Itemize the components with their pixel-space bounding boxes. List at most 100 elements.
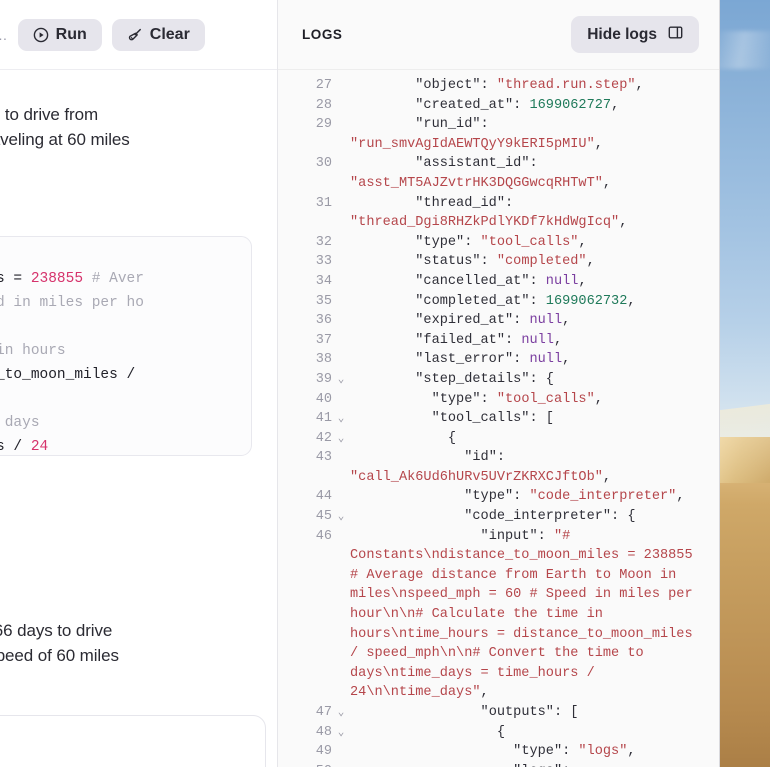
code-block: _moon_miles = 238855 # Aver 60 # Speed i… bbox=[0, 236, 252, 456]
log-line-number: 34 bbox=[315, 273, 332, 289]
logs-header: LOGS Hide logs bbox=[278, 0, 719, 70]
log-line-number: 36 bbox=[315, 313, 332, 329]
log-line-content: "step_details": { bbox=[415, 371, 554, 387]
assistant-message-text: proximately 166 days to drive e Moon at … bbox=[0, 621, 119, 665]
log-line-number: 45 ⌄ bbox=[315, 509, 345, 525]
code-line-1-number: 238855 bbox=[30, 271, 84, 287]
chevron-down-icon[interactable]: ⌄ bbox=[336, 430, 346, 448]
thread-message-list[interactable]: s would it take to drive from on if I we… bbox=[0, 70, 277, 767]
log-line-content: "type": "tool_calls", bbox=[431, 391, 603, 407]
thread-panel-content: 8RHZkPd1YKD… Run bbox=[0, 0, 277, 767]
log-line-content: "object": "thread.run.step", bbox=[415, 78, 644, 93]
log-line-number: 28 bbox=[315, 97, 332, 113]
broom-icon bbox=[127, 27, 143, 43]
log-line-number: 48 ⌄ bbox=[315, 724, 345, 740]
log-line-number: 38 bbox=[315, 352, 332, 368]
wallpaper-cloud bbox=[720, 30, 770, 70]
log-line-content: "status": "completed", bbox=[415, 254, 595, 270]
log-line: 48 ⌄ { bbox=[278, 723, 719, 743]
code-line-5: = distance_to_moon_miles / bbox=[0, 367, 136, 383]
chevron-down-icon[interactable]: ⌄ bbox=[336, 724, 346, 742]
log-line-number: 30 bbox=[315, 156, 332, 172]
log-line-content: "run_id": "run_smvAgIdAEWTQyY9kERI5pMIU"… bbox=[350, 117, 603, 152]
log-line: 41 ⌄ "tool_calls": [ bbox=[278, 409, 719, 429]
log-line-number: 37 bbox=[315, 332, 332, 348]
log-line-content: "outputs": [ bbox=[480, 705, 579, 720]
log-line-number: 39 ⌄ bbox=[315, 371, 345, 387]
logs-title: LOGS bbox=[302, 27, 343, 42]
chevron-down-icon[interactable]: ⌄ bbox=[336, 410, 346, 428]
log-line-content: "code_interpreter": { bbox=[464, 509, 636, 525]
chevron-down-icon[interactable]: ⌄ bbox=[336, 371, 346, 389]
logs-panel: LOGS Hide logs 27 "object": "thread.run.… bbox=[278, 0, 719, 767]
code-line-2-comment: # Speed in miles per ho bbox=[0, 295, 144, 311]
screen: 8RHZkPd1YKD… Run bbox=[0, 0, 770, 767]
log-line: 35 "completed_at": 1699062732, bbox=[278, 292, 719, 312]
code-line-8-number: 24 bbox=[30, 439, 49, 455]
desktop-wallpaper bbox=[720, 0, 770, 767]
thread-panel: 8RHZkPd1YKD… Run bbox=[0, 0, 278, 767]
run-button-label: Run bbox=[55, 25, 87, 43]
log-line: 33 "status": "completed", bbox=[278, 252, 719, 272]
log-line: 37 "failed_at": null, bbox=[278, 331, 719, 351]
log-line: 42 ⌄ { bbox=[278, 429, 719, 449]
log-line-content: "type": "logs", bbox=[513, 744, 636, 760]
wallpaper-dune bbox=[720, 475, 770, 767]
message-composer[interactable]: sage... bbox=[0, 715, 266, 767]
log-line-number: 32 bbox=[315, 234, 332, 250]
log-line: 43 "id": "call_Ak6Ud6hURv5UVrZKRXCJftOb"… bbox=[278, 448, 719, 487]
log-line-content: "assistant_id": "asst_MT5AJZvtrHK3DQGGwc… bbox=[350, 156, 612, 191]
log-line-number: 42 ⌄ bbox=[315, 430, 345, 446]
log-line-number: 43 bbox=[315, 450, 332, 466]
log-line: 40 "type": "tool_calls", bbox=[278, 390, 719, 410]
log-line-number: 44 bbox=[315, 489, 332, 505]
log-line-number: 46 bbox=[315, 528, 332, 544]
log-line-content: "last_error": null, bbox=[415, 352, 571, 368]
log-line: 36 "expired_at": null, bbox=[278, 311, 719, 331]
code-line-1-comment: # Aver bbox=[83, 271, 144, 287]
log-line: 44 "type": "code_interpreter", bbox=[278, 487, 719, 507]
message-input-placeholder: sage... bbox=[0, 738, 249, 756]
log-line: 32 "type": "tool_calls", bbox=[278, 233, 719, 253]
wallpaper-dune-ridge bbox=[720, 403, 770, 487]
user-message-text: s would it take to drive from on if I we… bbox=[0, 105, 130, 149]
log-line: 49 "type": "logs", bbox=[278, 742, 719, 762]
thread-id-label: 8RHZkPd1YKD… bbox=[0, 27, 8, 43]
log-line-content: { bbox=[447, 430, 457, 446]
hide-logs-button[interactable]: Hide logs bbox=[571, 16, 699, 53]
log-line-number: 29 bbox=[315, 117, 332, 133]
log-line-number: 27 bbox=[315, 78, 332, 93]
log-line-content: "expired_at": null, bbox=[415, 313, 571, 329]
logs-content[interactable]: 27 "object": "thread.run.step", 28 "creat… bbox=[278, 70, 719, 767]
log-line-content: "input": "# Constants\ndistance_to_moon_… bbox=[350, 528, 701, 701]
log-line: 29 "run_id": "run_smvAgIdAEWTQyY9kERI5pM… bbox=[278, 115, 719, 154]
log-line-number: 49 bbox=[315, 744, 332, 760]
clear-button[interactable]: Clear bbox=[111, 18, 205, 51]
log-line: 28 "created_at": 1699062727, bbox=[278, 96, 719, 116]
code-line-7-comment: he time to days bbox=[4, 415, 40, 431]
log-line: 38 "last_error": null, bbox=[278, 350, 719, 370]
log-line: 47 ⌄ "outputs": [ bbox=[278, 703, 719, 723]
log-line-content: "id": "call_Ak6Ud6hURv5UVrZKRXCJftOb", bbox=[350, 450, 612, 485]
code-block-content: _moon_miles = 238855 # Aver 60 # Speed i… bbox=[0, 267, 237, 455]
code-result-value: 77777777 bbox=[0, 470, 266, 488]
playground-window: 8RHZkPd1YKD… Run bbox=[0, 0, 720, 767]
log-line-content: "failed_at": null, bbox=[415, 332, 563, 348]
code-line-1-identifier: _moon_miles = bbox=[0, 271, 23, 287]
play-circle-icon bbox=[33, 27, 49, 43]
log-line-content: "type": "tool_calls", bbox=[415, 234, 587, 250]
log-line-content: "cancelled_at": null, bbox=[415, 273, 587, 289]
run-button[interactable]: Run bbox=[17, 18, 102, 51]
log-line: 30 "assistant_id": "asst_MT5AJZvtrHK3DQG… bbox=[278, 154, 719, 193]
log-line-number: 31 bbox=[315, 195, 332, 211]
log-line: 34 "cancelled_at": null, bbox=[278, 272, 719, 292]
chevron-down-icon[interactable]: ⌄ bbox=[336, 508, 346, 526]
chevron-down-icon[interactable]: ⌄ bbox=[336, 704, 346, 722]
thread-toolbar: 8RHZkPd1YKD… Run bbox=[0, 0, 277, 70]
hide-logs-label: Hide logs bbox=[587, 25, 657, 43]
log-line-content: "tool_calls": [ bbox=[431, 411, 554, 427]
log-line-number: 40 bbox=[315, 391, 332, 407]
panel-layout-icon bbox=[668, 25, 683, 44]
log-line-number: 33 bbox=[315, 254, 332, 270]
log-line-content: "type": "code_interpreter", bbox=[464, 489, 685, 505]
